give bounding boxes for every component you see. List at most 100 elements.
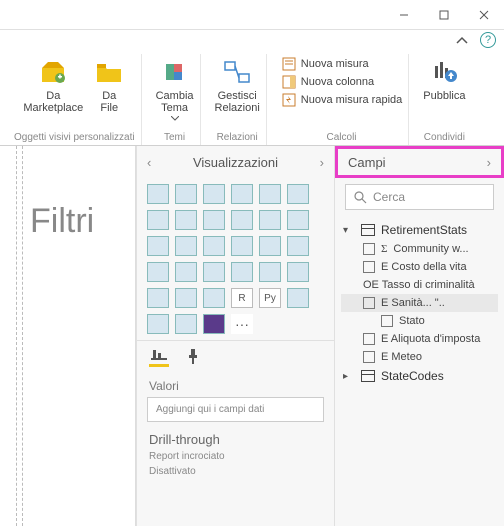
- viz-clustered-bar[interactable]: [175, 184, 197, 204]
- viz-combo2[interactable]: [259, 210, 281, 230]
- viz-stacked-area[interactable]: [203, 210, 225, 230]
- publish-button[interactable]: Pubblica: [423, 56, 465, 102]
- theme-label: Cambia Tema: [156, 90, 194, 114]
- fields-pane: Campi › Cerca ▾RetirementStatsΣCommunity…: [334, 146, 504, 526]
- group-visuals-label: Oggetti visivi personalizzati: [14, 132, 135, 145]
- quick-measure-icon: [281, 92, 297, 108]
- viz-100-column[interactable]: [287, 184, 309, 204]
- group-calc-label: Calcoli: [327, 132, 357, 145]
- search-icon: [354, 191, 367, 204]
- chevron-right-icon[interactable]: ›: [320, 155, 324, 170]
- column-icon: [281, 74, 297, 90]
- viz-map[interactable]: [287, 236, 309, 256]
- viz-slicer[interactable]: [147, 288, 169, 308]
- viz-100-bar[interactable]: [259, 184, 281, 204]
- viz-r[interactable]: R: [231, 288, 253, 308]
- marketplace-label: Da Marketplace: [23, 90, 83, 114]
- folder-icon: [93, 56, 125, 88]
- viz-treemap[interactable]: [259, 236, 281, 256]
- maximize-button[interactable]: [424, 0, 464, 30]
- viz-paginated[interactable]: [203, 314, 225, 334]
- field-checkbox[interactable]: [363, 243, 375, 255]
- filters-watermark: Filtri: [30, 202, 94, 241]
- viz-stacked-column[interactable]: [203, 184, 225, 204]
- visualizations-header: Visualizzazioni: [193, 155, 278, 170]
- group-share-label: Condividi: [424, 132, 465, 145]
- new-column-button[interactable]: Nuova colonna: [281, 74, 374, 90]
- publish-icon: [428, 56, 460, 88]
- fields-header-highlight: Campi ›: [335, 146, 504, 178]
- field-item[interactable]: Stato: [341, 312, 498, 330]
- viz-waterfall[interactable]: [147, 236, 169, 256]
- quick-measure-button[interactable]: Nuova misura rapida: [281, 92, 403, 108]
- format-tab-icon[interactable]: [183, 347, 203, 367]
- viz-pie[interactable]: [203, 236, 225, 256]
- visualizations-pane: ‹ Visualizzazioni ›: [136, 146, 334, 526]
- viz-filled-map[interactable]: [147, 262, 169, 282]
- minimize-button[interactable]: [384, 0, 424, 30]
- cross-report-state: Disattivato: [137, 466, 334, 481]
- viz-gauge[interactable]: [203, 262, 225, 282]
- chevron-left-icon[interactable]: ‹: [147, 155, 151, 170]
- viz-key-influencers[interactable]: [287, 288, 309, 308]
- new-measure-button[interactable]: Nuova misura: [281, 56, 369, 72]
- help-button[interactable]: ?: [480, 32, 496, 48]
- report-canvas[interactable]: Filtri: [0, 146, 136, 526]
- cross-report-label: Report incrociato: [137, 451, 334, 466]
- viz-clustered-column[interactable]: [231, 184, 253, 204]
- expand-icon: ▸: [343, 371, 355, 382]
- viz-scatter[interactable]: [175, 236, 197, 256]
- expand-icon: ▾: [343, 225, 355, 236]
- fields-search-input[interactable]: Cerca: [345, 184, 494, 210]
- viz-multi-card[interactable]: [259, 262, 281, 282]
- close-button[interactable]: [464, 0, 504, 30]
- marketplace-button[interactable]: Da Marketplace: [23, 56, 83, 114]
- field-item[interactable]: E Meteo: [341, 348, 498, 366]
- viz-qna[interactable]: [175, 314, 197, 334]
- from-file-button[interactable]: Da File: [93, 56, 125, 114]
- viz-more[interactable]: ···: [231, 314, 253, 334]
- ribbon: Da Marketplace Da File Oggetti visivi pe…: [0, 50, 504, 146]
- from-file-label: Da File: [100, 90, 118, 114]
- viz-ribbon[interactable]: [287, 210, 309, 230]
- field-item[interactable]: E Aliquota d'imposta: [341, 330, 498, 348]
- viz-kpi[interactable]: [287, 262, 309, 282]
- field-checkbox[interactable]: [363, 297, 375, 309]
- viz-donut[interactable]: [231, 236, 253, 256]
- values-field-well[interactable]: Aggiungi qui i campi dati: [147, 397, 324, 422]
- group-themes-label: Temi: [164, 132, 185, 145]
- viz-stacked-bar[interactable]: [147, 184, 169, 204]
- field-checkbox[interactable]: [363, 351, 375, 363]
- viz-python[interactable]: Py: [259, 288, 281, 308]
- manage-relations-button[interactable]: Gestisci Relazioni: [215, 56, 260, 114]
- field-item[interactable]: ΣCommunity w...: [341, 240, 498, 258]
- change-theme-button[interactable]: Cambia Tema: [156, 56, 194, 121]
- viz-line[interactable]: [147, 210, 169, 230]
- field-checkbox[interactable]: [363, 333, 375, 345]
- viz-funnel[interactable]: [175, 262, 197, 282]
- field-item[interactable]: E Costo della vita: [341, 258, 498, 276]
- viz-table[interactable]: [175, 288, 197, 308]
- viz-card[interactable]: [231, 262, 253, 282]
- field-checkbox[interactable]: [381, 315, 393, 327]
- field-item[interactable]: OE Tasso di criminalità: [341, 276, 498, 294]
- visualization-gallery: R Py ···: [137, 178, 334, 340]
- field-item[interactable]: E Sanità... "..: [341, 294, 498, 312]
- values-label: Valori: [137, 373, 334, 397]
- chevron-right-icon[interactable]: ›: [487, 155, 491, 170]
- viz-area[interactable]: [175, 210, 197, 230]
- fields-header: Campi: [348, 155, 386, 170]
- table-icon: [361, 370, 375, 382]
- relations-icon: [221, 56, 253, 88]
- viz-matrix[interactable]: [203, 288, 225, 308]
- viz-decomp[interactable]: [147, 314, 169, 334]
- table-node[interactable]: ▸StateCodes: [341, 366, 498, 386]
- fields-tab-icon[interactable]: [149, 347, 169, 367]
- viz-combo1[interactable]: [231, 210, 253, 230]
- measure-icon: [281, 56, 297, 72]
- table-icon: [361, 224, 375, 236]
- collapse-ribbon-button[interactable]: [456, 36, 474, 44]
- table-node[interactable]: ▾RetirementStats: [341, 220, 498, 240]
- theme-icon: [159, 56, 191, 88]
- field-checkbox[interactable]: [363, 261, 375, 273]
